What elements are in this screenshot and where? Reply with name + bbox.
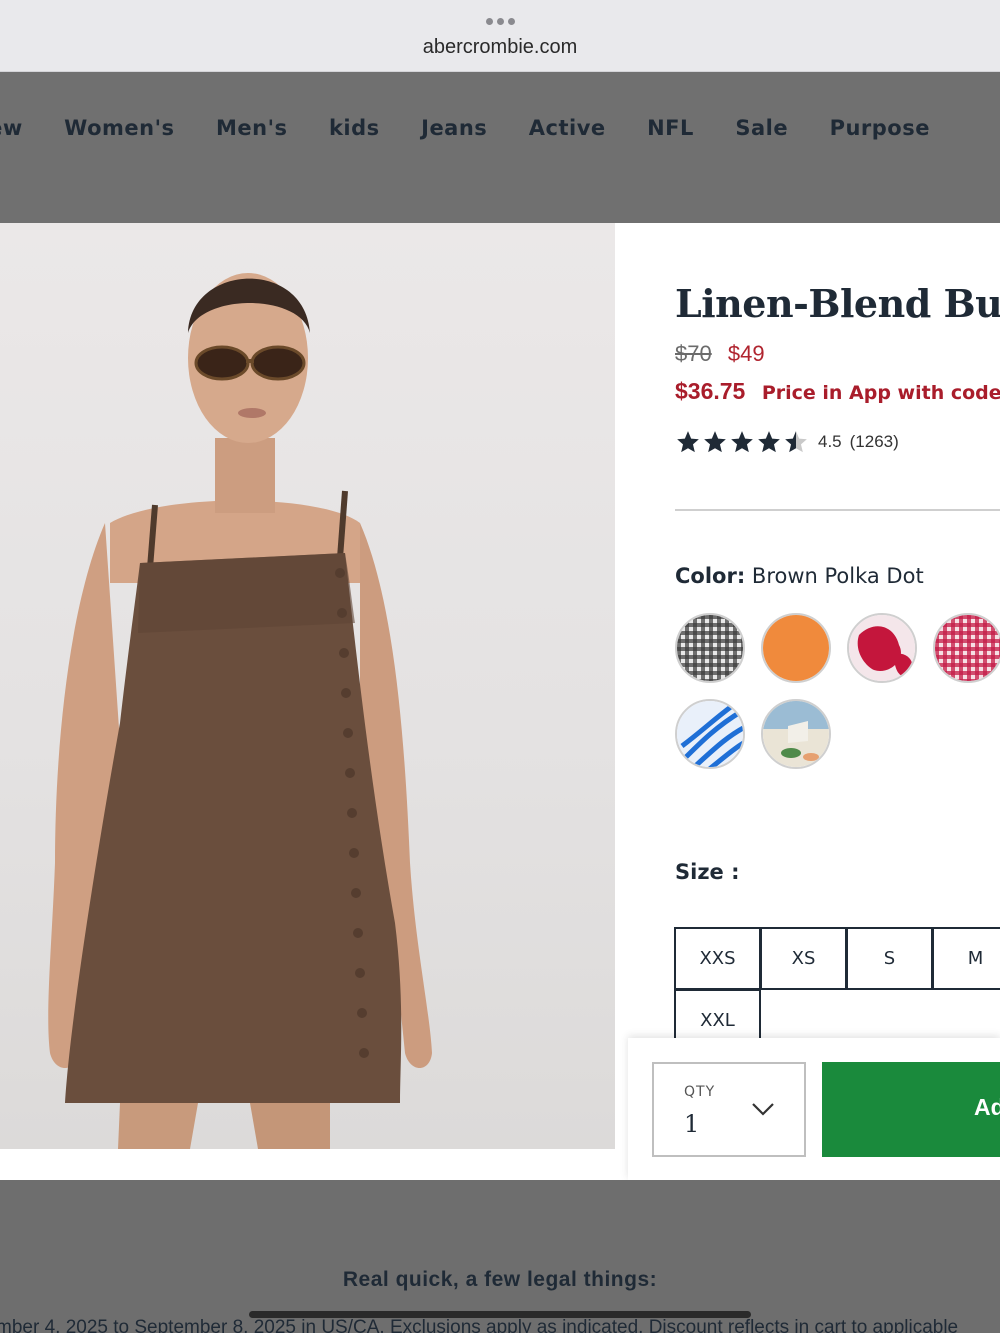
legal-text: mber 4, 2025 to September 8, 2025 in US/…: [0, 1317, 959, 1333]
divider: [675, 509, 1000, 511]
app-price-row: $36.75 Price in App with code: [675, 378, 1000, 405]
legal-heading: Real quick, a few legal things:: [342, 1268, 658, 1291]
swatch-red-floral[interactable]: [847, 613, 917, 683]
nav-item-jeans[interactable]: Jeans: [421, 116, 487, 140]
app-price: $36.75: [675, 378, 746, 404]
original-price: $70: [675, 341, 712, 366]
scenic-pattern-icon: [763, 701, 829, 767]
app-price-note[interactable]: Price in App with code: [762, 382, 1000, 404]
star-icon: [731, 431, 753, 453]
rating-value: 4.5: [818, 432, 842, 451]
main-nav: New Women's Men's kids Jeans Active NFL …: [0, 72, 1000, 223]
sticky-add-to-bag-bar: QTY 1 Add to Bag: [628, 1038, 1000, 1180]
gingham-pattern-icon: [677, 615, 743, 681]
sale-price: $49: [727, 341, 765, 366]
price-row: $70 $49: [675, 341, 765, 367]
size-label: Size :: [675, 860, 740, 884]
selected-color-name: Brown Polka Dot: [751, 564, 924, 588]
rating-row[interactable]: 4.5 (1263): [675, 429, 899, 455]
gingham-pattern-icon: [935, 615, 1000, 681]
size-option-xxs[interactable]: XXS: [674, 927, 761, 990]
color-label: Color: Brown Polka Dot: [675, 564, 924, 588]
add-to-bag-label: Add to Bag: [974, 1094, 1000, 1120]
product-title: Linen-Blend Button: [675, 281, 1000, 326]
star-icon: [758, 431, 780, 453]
add-to-bag-button[interactable]: Add to Bag: [822, 1062, 1000, 1157]
half-star-icon: [785, 431, 807, 453]
browser-address-bar: abercrombie.com: [0, 0, 1000, 72]
size-option-s[interactable]: S: [846, 927, 933, 990]
qty-selector[interactable]: QTY 1: [652, 1062, 806, 1157]
qty-value: 1: [684, 1110, 700, 1138]
star-icon: [677, 431, 699, 453]
review-count[interactable]: (1263): [850, 432, 899, 452]
size-option-m[interactable]: M: [932, 927, 1000, 990]
size-option-xs[interactable]: XS: [760, 927, 847, 990]
star-icon: [704, 431, 726, 453]
browser-url[interactable]: abercrombie.com: [0, 36, 1000, 59]
ellipsis-icon[interactable]: [0, 12, 1000, 30]
product-photo-icon: [48, 273, 432, 1149]
chevron-down-icon: [752, 1103, 774, 1116]
product-info-panel: Linen-Blend Button $70 $49 $36.75 Price …: [615, 223, 1000, 1180]
nav-item-womens[interactable]: Women's: [64, 116, 174, 140]
swatch-blue-palm[interactable]: [675, 699, 745, 769]
swatch-orange[interactable]: [761, 613, 831, 683]
swatch-scenic-print[interactable]: [761, 699, 831, 769]
qty-label: QTY: [684, 1084, 716, 1100]
swatch-red-gingham[interactable]: [933, 613, 1000, 683]
palm-pattern-icon: [677, 701, 743, 767]
image-bottom-strip: [0, 1149, 628, 1180]
nav-item-mens[interactable]: Men's: [216, 116, 288, 140]
color-label-text: Color:: [675, 564, 746, 588]
nav-item-nfl[interactable]: NFL: [647, 116, 694, 140]
swatch-black-gingham[interactable]: [675, 613, 745, 683]
nav-item-purpose[interactable]: Purpose: [830, 116, 930, 140]
nav-item-new[interactable]: New: [0, 116, 23, 140]
nav-item-active[interactable]: Active: [529, 116, 606, 140]
nav-item-kids[interactable]: kids: [329, 116, 380, 140]
star-rating: [675, 429, 810, 455]
product-image[interactable]: [0, 223, 615, 1149]
floral-pattern-icon: [849, 615, 915, 681]
solid-orange-icon: [763, 615, 829, 681]
nav-item-sale[interactable]: Sale: [735, 116, 788, 140]
home-indicator[interactable]: [249, 1311, 751, 1318]
